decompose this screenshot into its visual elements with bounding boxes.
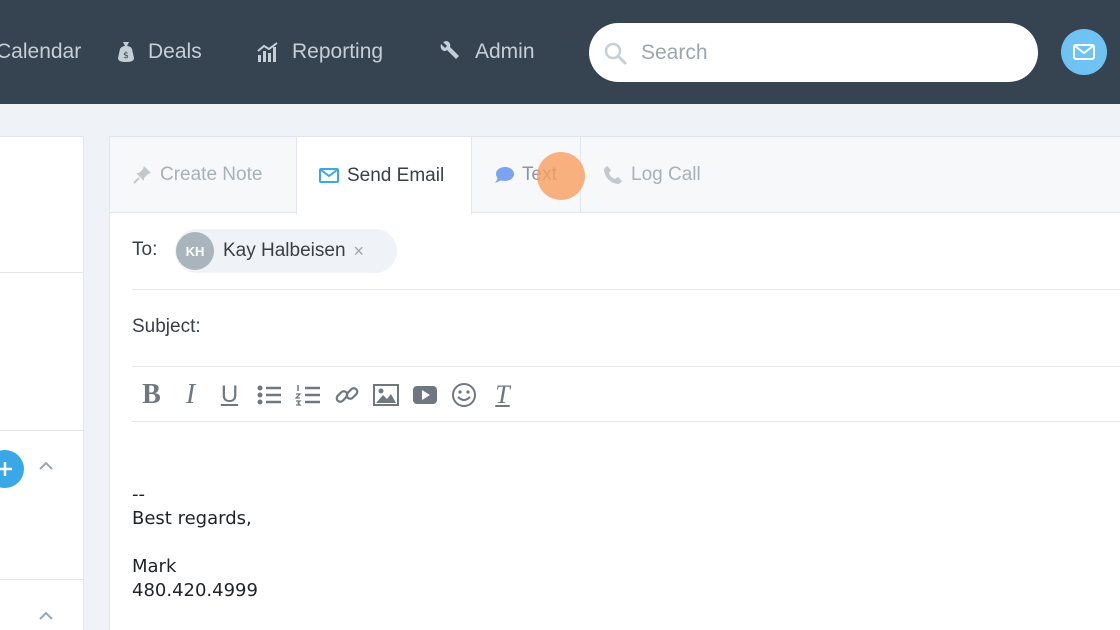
- nav-reporting-label: Reporting: [292, 40, 384, 63]
- tab-create-note-label: Create Note: [160, 164, 263, 185]
- bar-chart-icon: [257, 42, 278, 62]
- pin-icon: [133, 166, 151, 184]
- top-navigation: Calendar $ Deals Reporting Admin: [0, 0, 1120, 104]
- nav-admin[interactable]: Admin: [439, 36, 535, 68]
- subject-label: Subject:: [132, 316, 201, 337]
- composer-tabs: Create Note Send Email Text Log Call: [110, 137, 1120, 214]
- remove-recipient-button[interactable]: ×: [354, 241, 365, 262]
- phone-icon: [604, 166, 622, 184]
- left-panel: [0, 136, 84, 630]
- clear-format-button[interactable]: T: [483, 377, 522, 413]
- smiley-icon: [451, 383, 476, 407]
- nav-calendar[interactable]: Calendar: [0, 36, 81, 68]
- formatting-toolbar: B I U T: [132, 377, 522, 413]
- mail-button[interactable]: [1061, 29, 1107, 75]
- video-button[interactable]: [405, 377, 444, 413]
- link-button[interactable]: [327, 377, 366, 413]
- chat-bubble-icon: [495, 167, 514, 183]
- email-body[interactable]: -- Best regards, Mark 480.420.4999 Mark …: [132, 483, 268, 630]
- nav-deals[interactable]: $ Deals: [116, 36, 202, 68]
- search-icon: [604, 42, 627, 64]
- to-label: To:: [132, 239, 158, 260]
- tab-log-call-label: Log Call: [631, 164, 701, 185]
- money-bag-icon: $: [118, 42, 134, 62]
- divider: [132, 366, 1120, 367]
- recipient-name: Kay Halbeisen: [223, 240, 346, 261]
- envelope-icon: [319, 168, 339, 183]
- nav-reporting[interactable]: Reporting: [256, 36, 383, 68]
- chevron-up-icon[interactable]: [38, 610, 54, 622]
- svg-text:$: $: [123, 51, 129, 61]
- divider: [132, 289, 1120, 290]
- chevron-up-icon[interactable]: [38, 460, 54, 472]
- click-indicator: [537, 152, 585, 200]
- plus-icon: [0, 462, 12, 476]
- video-icon: [412, 386, 437, 404]
- underline-button[interactable]: U: [210, 377, 249, 413]
- envelope-icon: [1073, 44, 1095, 60]
- image-icon: [372, 384, 399, 406]
- emoji-button[interactable]: [444, 377, 483, 413]
- tab-create-note[interactable]: Create Note: [132, 137, 262, 213]
- nav-deals-label: Deals: [148, 40, 202, 63]
- left-panel-divider: [0, 430, 83, 431]
- search-bar[interactable]: [589, 23, 1038, 82]
- recipient-chip[interactable]: KH Kay Halbeisen ×: [175, 229, 397, 273]
- tab-send-email[interactable]: Send Email: [296, 137, 472, 214]
- search-input[interactable]: [641, 40, 1001, 65]
- bullet-list-icon: [257, 385, 281, 405]
- nav-admin-label: Admin: [475, 40, 535, 63]
- divider: [132, 421, 1120, 422]
- nav-calendar-label: Calendar: [0, 40, 82, 63]
- numbered-list-button[interactable]: [288, 377, 327, 413]
- activity-composer: Create Note Send Email Text Log Call To:…: [109, 136, 1120, 630]
- tab-send-email-label: Send Email: [347, 164, 445, 186]
- link-icon: [335, 387, 358, 403]
- image-button[interactable]: [366, 377, 405, 413]
- italic-button[interactable]: I: [171, 377, 210, 413]
- bold-button[interactable]: B: [132, 377, 171, 413]
- avatar: KH: [176, 232, 214, 270]
- left-panel-divider: [0, 579, 83, 580]
- left-panel-divider: [0, 272, 83, 273]
- numbered-list-icon: [294, 385, 320, 406]
- bullet-list-button[interactable]: [249, 377, 288, 413]
- tab-log-call[interactable]: Log Call: [603, 137, 701, 213]
- wrench-icon: [440, 41, 459, 59]
